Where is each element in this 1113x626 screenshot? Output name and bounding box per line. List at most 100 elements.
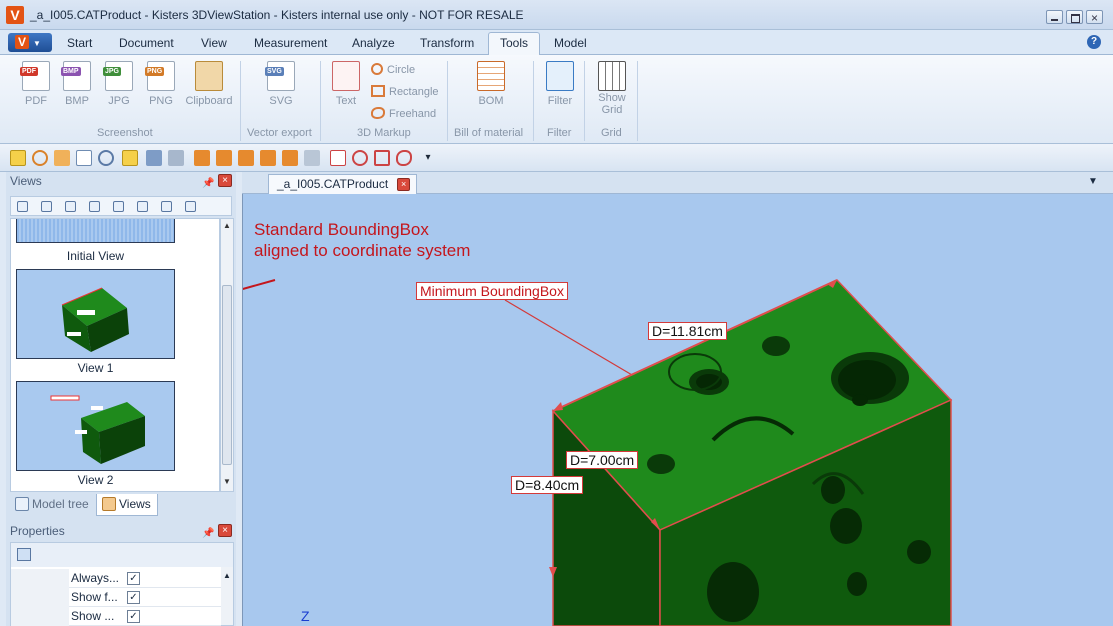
view-iso-icon[interactable]	[304, 150, 320, 166]
bom-icon	[477, 61, 505, 91]
scrollbar-thumb[interactable]	[222, 285, 232, 465]
close-window-button[interactable]	[1086, 10, 1103, 24]
select-tool-icon[interactable]	[10, 150, 26, 166]
tab-list-dropdown-icon[interactable]: ▼	[1088, 176, 1098, 187]
3d-viewport[interactable]: Standard BoundingBox aligned to coordina…	[242, 194, 1113, 626]
zoom-icon[interactable]	[98, 150, 114, 166]
pan-icon[interactable]	[54, 150, 70, 166]
markup-text-icon[interactable]	[330, 150, 346, 166]
rotate-icon[interactable]	[32, 150, 48, 166]
filter-button[interactable]: Filter	[544, 61, 576, 107]
views-list: Initial View View 1 View 2	[10, 218, 220, 492]
markup-circle-icon[interactable]	[352, 150, 368, 166]
zoom-box-icon[interactable]	[76, 150, 92, 166]
annotation-standard-bbox: Standard BoundingBox	[254, 220, 429, 239]
freehand-icon	[371, 107, 385, 119]
property-checkbox[interactable]: ✓	[127, 572, 140, 585]
dimension-label-width[interactable]: D=7.00cm	[566, 451, 639, 469]
tab-model-tree[interactable]: Model tree	[10, 494, 95, 516]
tab-tools[interactable]: Tools	[488, 32, 541, 55]
bmp-button[interactable]: BMP BMP	[61, 61, 93, 107]
center-icon[interactable]	[168, 150, 184, 166]
window-title: _a_I005.CATProduct - Kisters 3DViewStati…	[30, 8, 524, 22]
view-thumbnail-1[interactable]	[16, 269, 175, 359]
properties-scrollbar[interactable]: ▲	[221, 567, 233, 625]
settings-icon[interactable]	[185, 201, 196, 212]
rectangle-markup-button[interactable]: Rectangle	[371, 85, 439, 98]
property-checkbox[interactable]: ✓	[127, 610, 140, 623]
fit-selection-icon[interactable]	[146, 150, 162, 166]
properties-panel-header: Properties 📌 ×	[6, 522, 236, 540]
view-back-icon[interactable]	[216, 150, 232, 166]
jpg-icon: JPG	[103, 61, 133, 91]
tab-measurement[interactable]: Measurement	[254, 36, 327, 50]
dimension-label-length[interactable]: D=11.81cm	[648, 322, 727, 340]
png-button[interactable]: PNG PNG	[145, 61, 177, 107]
text-markup-button[interactable]: Text	[330, 61, 362, 107]
tab-analyze[interactable]: Analyze	[352, 36, 395, 50]
scroll-up-icon[interactable]: ▲	[223, 221, 231, 230]
annotation-aligned-coords: aligned to coordinate system	[254, 241, 471, 260]
pin-icon[interactable]: 📌	[202, 175, 214, 193]
minimize-button[interactable]	[1046, 10, 1063, 24]
delete-view-icon[interactable]	[65, 201, 76, 212]
add-view-icon[interactable]	[17, 201, 28, 212]
view-thumbnail-2[interactable]	[16, 381, 175, 471]
bom-button[interactable]: BOM	[475, 61, 507, 107]
close-document-icon[interactable]: ×	[397, 178, 411, 191]
toolbar-overflow-icon[interactable]: ▾	[420, 150, 436, 166]
document-tab[interactable]: _a_I005.CATProduct ×	[268, 174, 418, 194]
grid-icon	[598, 61, 626, 91]
view-top-icon[interactable]	[282, 150, 298, 166]
previous-view-icon[interactable]	[89, 201, 100, 212]
show-grid-button[interactable]: Show Grid	[595, 61, 629, 116]
property-checkbox[interactable]: ✓	[127, 591, 140, 604]
clipboard-button[interactable]: Clipboard	[183, 61, 235, 107]
view-thumbnail-initial[interactable]	[16, 219, 175, 243]
svg-button[interactable]: SVG SVG	[265, 61, 297, 107]
app-menu-button[interactable]: V ▼	[8, 33, 52, 52]
scroll-down-icon[interactable]: ▼	[223, 477, 231, 486]
maximize-button[interactable]	[1066, 10, 1083, 24]
animate-icon[interactable]	[161, 201, 172, 212]
tab-start[interactable]: Start	[67, 36, 92, 50]
view-left-icon[interactable]	[238, 150, 254, 166]
view-label: Initial View	[66, 249, 125, 263]
view-front-icon[interactable]	[194, 150, 210, 166]
circle-markup-button[interactable]: Circle	[371, 63, 415, 76]
tab-views[interactable]: Views	[96, 494, 158, 516]
next-view-icon[interactable]	[137, 201, 148, 212]
rectangle-icon	[371, 85, 385, 97]
svg-icon: SVG	[265, 61, 295, 91]
png-icon: PNG	[145, 61, 175, 91]
ribbon-body: PDF PDF BMP BMP JPG JPG PNG PNG Clipboar…	[0, 55, 1113, 144]
close-panel-icon[interactable]: ×	[218, 524, 232, 537]
dimension-label-height[interactable]: D=8.40cm	[511, 476, 584, 494]
pin-icon[interactable]: 📌	[202, 525, 214, 543]
close-panel-icon[interactable]: ×	[218, 174, 232, 187]
markup-rectangle-icon[interactable]	[374, 150, 390, 166]
stop-icon[interactable]	[113, 201, 124, 212]
tab-transform[interactable]: Transform	[420, 36, 474, 50]
freehand-markup-button[interactable]: Freehand	[371, 107, 436, 120]
tab-model[interactable]: Model	[554, 36, 587, 50]
copy-icon[interactable]	[17, 548, 31, 561]
update-view-icon[interactable]	[41, 201, 52, 212]
jpg-button[interactable]: JPG JPG	[103, 61, 135, 107]
document-tab-bar: _a_I005.CATProduct × ▼	[242, 172, 1113, 194]
left-panel: Views 📌 × Initial View View 1 View 2 ▲ ▼…	[6, 172, 236, 626]
help-icon[interactable]: ?	[1087, 35, 1101, 49]
tab-document[interactable]: Document	[119, 36, 174, 50]
view-right-icon[interactable]	[260, 150, 276, 166]
pdf-icon: PDF	[20, 61, 50, 91]
pdf-button[interactable]: PDF PDF	[20, 61, 52, 107]
views-scrollbar[interactable]: ▲ ▼	[220, 218, 234, 492]
views-panel-title: Views	[10, 174, 42, 188]
fit-all-icon[interactable]	[122, 150, 138, 166]
markup-freehand-icon[interactable]	[396, 150, 412, 166]
group-separator	[320, 61, 321, 141]
minimum-bbox-label[interactable]: Minimum BoundingBox	[416, 282, 568, 300]
property-row: Always... ✓	[11, 569, 221, 588]
tab-view[interactable]: View	[201, 36, 227, 50]
views-toolbar	[10, 196, 232, 216]
